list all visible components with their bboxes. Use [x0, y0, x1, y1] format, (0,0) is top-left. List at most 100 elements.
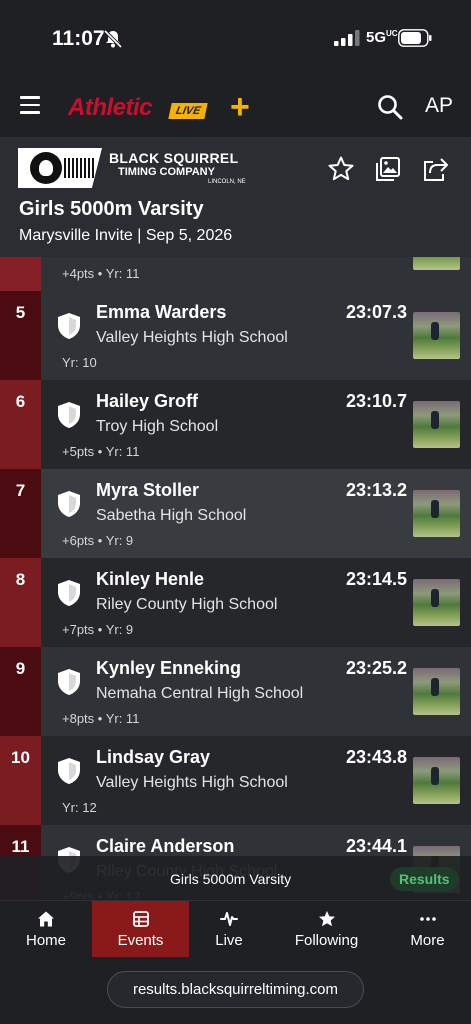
finish-time: 23:07.3	[345, 302, 407, 322]
squirrel-logo-mark	[18, 148, 102, 188]
url-bar[interactable]: results.blacksquirreltiming.com	[107, 971, 364, 1008]
athlete-name[interactable]: Hailey Groff	[96, 391, 198, 412]
athlete-name[interactable]: Kinley Henle	[96, 569, 204, 590]
place-number: 7	[15, 481, 26, 500]
rank-cell: 10	[0, 736, 41, 825]
athlete-meta: +4pts • Yr: 11	[62, 266, 140, 281]
team-shield-icon	[58, 491, 80, 517]
gallery-icon[interactable]	[374, 155, 402, 183]
team-shield-icon	[58, 669, 80, 695]
event-title: Girls 5000m Varsity	[19, 198, 204, 220]
status-bar: 11:07 5GUC	[0, 0, 471, 78]
place-number: 8	[15, 570, 26, 589]
status-time: 11:07	[52, 27, 105, 50]
events-icon	[132, 911, 149, 927]
athlete-school[interactable]: Troy High School	[96, 418, 218, 436]
race-bar-title: Girls 5000m Varsity	[170, 871, 292, 887]
tab-bar: Home Events Live Following More results.…	[0, 900, 471, 1024]
athlete-name[interactable]: Myra Stoller	[96, 480, 199, 501]
athlete-photo-thumbnail[interactable]	[413, 490, 460, 537]
home-icon	[38, 911, 54, 927]
battery-icon	[398, 29, 432, 47]
athlete-meta: +5pts • Yr: 11	[62, 444, 140, 459]
menu-icon[interactable]	[20, 96, 40, 114]
star-icon	[318, 911, 335, 927]
signal-icon	[334, 30, 360, 46]
finish-time: 23:14.5	[345, 569, 407, 589]
athlete-school[interactable]: Sabetha High School	[96, 507, 246, 525]
athlete-school[interactable]: Valley Heights High School	[96, 329, 288, 347]
athlete-school[interactable]: Valley Heights High School	[96, 774, 288, 792]
athlete-school[interactable]: Riley County High School	[96, 596, 277, 614]
tab-home[interactable]: Home	[0, 901, 92, 957]
rank-cell: 8	[0, 558, 41, 647]
athlete-name[interactable]: Lindsay Gray	[96, 747, 210, 768]
finish-time: 23:25.2	[345, 658, 407, 678]
finish-time: 23:43.8	[345, 747, 407, 767]
tab-events[interactable]: Events	[92, 901, 189, 957]
search-icon[interactable]	[377, 94, 403, 120]
event-banner: BLACK SQUIRREL TIMING COMPANY LINCOLN, N…	[0, 137, 471, 257]
rank-cell: 7	[0, 469, 41, 558]
finish-time: 23:10.7	[345, 391, 407, 411]
tab-live[interactable]: Live	[189, 901, 269, 957]
result-row[interactable]: 8 Kinley Henle Riley County High School 23:…	[0, 558, 471, 647]
rank-cell	[0, 257, 41, 291]
athlete-name[interactable]: Claire Anderson	[96, 836, 234, 857]
result-row[interactable]: 10 Lindsay Gray Valley Heights High School…	[0, 736, 471, 825]
result-details: +4pts • Yr: 11	[41, 257, 471, 291]
athlete-photo-thumbnail[interactable]	[413, 668, 460, 715]
result-row[interactable]: 7 Myra Stoller Sabetha High School 23:13.2 +…	[0, 469, 471, 558]
place-number: 10	[11, 748, 30, 767]
finish-time: 23:13.2	[345, 480, 407, 500]
timing-company-logo: BLACK SQUIRREL TIMING COMPANY LINCOLN, N…	[18, 148, 248, 188]
result-details: Kinley Henle Riley County High School 23:1…	[41, 558, 471, 647]
rank-cell: 9	[0, 647, 41, 736]
tab-more[interactable]: More	[384, 901, 471, 957]
results-button[interactable]: Results	[390, 867, 459, 891]
result-row[interactable]: 5 Emma Warders Valley Heights High School 2…	[0, 291, 471, 380]
account-avatar[interactable]: AP	[425, 94, 453, 118]
banner-actions	[327, 155, 449, 183]
result-details: Hailey Groff Troy High School 23:10.7 +5pts…	[41, 380, 471, 469]
tab-following[interactable]: Following	[269, 901, 384, 957]
race-bar: Girls 5000m Varsity Results	[0, 856, 471, 900]
rank-cell: 6	[0, 380, 41, 469]
result-details: Kynley Enneking Nemaha Central High Schoo…	[41, 647, 471, 736]
event-subtitle: Marysville Invite | Sep 5, 2026	[19, 227, 233, 244]
results-list[interactable]: +4pts • Yr: 11 5 Emma Warders Valley Height…	[0, 257, 471, 899]
result-details: Lindsay Gray Valley Heights High School 23…	[41, 736, 471, 825]
place-number: 9	[15, 659, 26, 678]
athlete-meta: +8pts • Yr: 11	[62, 711, 140, 726]
more-icon	[419, 917, 436, 921]
share-icon[interactable]	[421, 155, 449, 183]
bell-muted-icon	[103, 29, 123, 49]
star-outline-icon[interactable]	[327, 155, 355, 183]
athlete-photo-thumbnail[interactable]	[413, 757, 460, 804]
network-indicator: 5GUC	[366, 29, 398, 46]
rank-cell: 5	[0, 291, 41, 380]
athlete-photo-thumbnail[interactable]	[413, 401, 460, 448]
athlete-meta: Yr: 10	[62, 355, 97, 370]
athlete-meta: +6pts • Yr: 9	[62, 533, 134, 548]
athlete-name[interactable]: Kynley Enneking	[96, 658, 241, 679]
result-row[interactable]: 6 Hailey Groff Troy High School 23:10.7 +5pt…	[0, 380, 471, 469]
result-row[interactable]: 9 Kynley Enneking Nemaha Central High Scho…	[0, 647, 471, 736]
athlete-photo-thumbnail[interactable]	[413, 312, 460, 359]
live-icon	[220, 912, 238, 926]
athlete-photo-thumbnail[interactable]	[413, 257, 460, 270]
athlete-school[interactable]: Nemaha Central High School	[96, 685, 303, 703]
place-number: 6	[15, 392, 26, 411]
athlete-meta: Yr: 12	[62, 800, 97, 815]
result-details: Emma Warders Valley Heights High School 23…	[41, 291, 471, 380]
athlete-photo-thumbnail[interactable]	[413, 579, 460, 626]
team-shield-icon	[58, 758, 80, 784]
athlete-meta: +7pts • Yr: 9	[62, 622, 134, 637]
team-shield-icon	[58, 580, 80, 606]
athletic-live-logo[interactable]: Athletic LIVE +	[60, 88, 260, 126]
result-row[interactable]: +4pts • Yr: 11	[0, 257, 471, 291]
finish-time: 23:44.1	[345, 836, 407, 856]
athlete-name[interactable]: Emma Warders	[96, 302, 226, 323]
place-number: 5	[15, 303, 26, 322]
place-number: 11	[11, 837, 30, 856]
